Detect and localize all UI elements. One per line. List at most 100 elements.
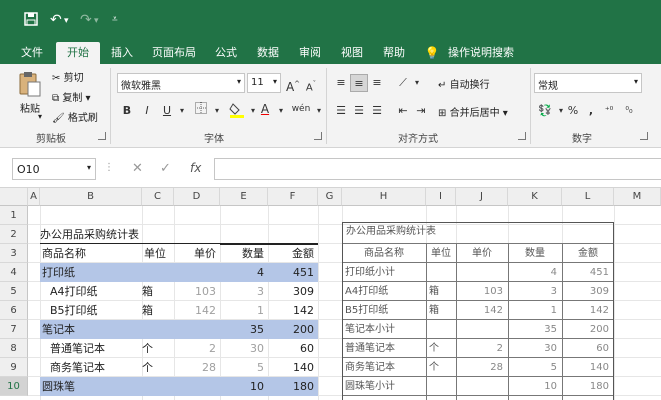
table1-cell[interactable]: 35	[220, 320, 268, 339]
table1-cell[interactable]: 5	[220, 358, 268, 377]
tab-page-layout[interactable]: 页面布局	[146, 42, 202, 64]
alignment-launcher-icon[interactable]	[518, 132, 526, 140]
table1-cell[interactable]: 箱	[142, 282, 174, 301]
paste-dropdown-icon[interactable]: ▾	[38, 112, 42, 121]
row-header[interactable]: 6	[0, 301, 28, 320]
table1-header-cell[interactable]: 单价	[174, 244, 220, 263]
table1-cell[interactable]: 140	[268, 358, 318, 377]
table1-cell[interactable]: 451	[268, 263, 318, 282]
col-header-d[interactable]: D	[174, 188, 220, 206]
redo-icon[interactable]: ↷	[80, 12, 92, 28]
col-header-k[interactable]: K	[508, 188, 562, 206]
col-header-g[interactable]: G	[318, 188, 342, 206]
table1-cell[interactable]: 103	[174, 282, 220, 301]
table1-cell[interactable]: 28	[174, 358, 220, 377]
table1-cell[interactable]: 200	[268, 320, 318, 339]
tab-data[interactable]: 数据	[250, 42, 286, 64]
row-header[interactable]: 8	[0, 339, 28, 358]
save-icon[interactable]	[24, 12, 38, 30]
row-header[interactable]: 1	[0, 206, 28, 225]
align-right-icon[interactable]: ☰	[368, 102, 386, 120]
row-header[interactable]: 5	[0, 282, 28, 301]
paste-button[interactable]: 粘贴	[20, 100, 40, 115]
table1-cell[interactable]: 142	[174, 301, 220, 320]
col-header-e[interactable]: E	[220, 188, 268, 206]
row-header[interactable]: 4	[0, 263, 28, 282]
orientation-dropdown-icon[interactable]: ▾	[408, 74, 426, 92]
bold-button[interactable]: B	[118, 102, 136, 120]
table1-cell[interactable]: 笔记本	[40, 320, 142, 339]
format-painter-button[interactable]: 🖌 格式刷	[52, 109, 98, 124]
table1-cell[interactable]: 个	[142, 339, 174, 358]
table1-cell[interactable]: 普通笔记本	[40, 339, 142, 358]
align-left-icon[interactable]: ☰	[332, 102, 350, 120]
undo-dropdown-icon[interactable]: ▾	[64, 16, 69, 26]
table1-cell[interactable]: 打印纸	[40, 263, 142, 282]
decrease-indent-icon[interactable]: ⇤	[394, 102, 412, 120]
col-header-f[interactable]: F	[268, 188, 318, 206]
row-header[interactable]: 2	[0, 225, 28, 244]
table1-cell[interactable]: 60	[268, 339, 318, 358]
cancel-button[interactable]: ✕	[132, 161, 143, 176]
table1-cell[interactable]: 2	[174, 339, 220, 358]
table2-title[interactable]: 办公用品采购统计表	[346, 222, 436, 241]
table1-cell[interactable]: 箱	[142, 301, 174, 320]
table1-header-cell[interactable]: 单位	[142, 244, 174, 263]
table1-cell[interactable]: A4打印纸	[40, 282, 142, 301]
select-all-corner[interactable]	[0, 188, 28, 206]
col-header-c[interactable]: C	[142, 188, 174, 206]
customize-icon[interactable]: ⩡	[112, 14, 118, 25]
align-bottom-icon[interactable]: ≡	[368, 74, 386, 92]
formula-input[interactable]	[214, 158, 661, 180]
table1-cell[interactable]	[142, 263, 174, 282]
tab-help[interactable]: 帮助	[376, 42, 412, 64]
table1-cell[interactable]: 309	[268, 282, 318, 301]
col-header-i[interactable]: I	[426, 188, 456, 206]
table1-cell[interactable]: 3	[220, 282, 268, 301]
row-header-selected[interactable]: 10	[0, 377, 28, 396]
underline-dropdown-icon[interactable]: ▾	[173, 102, 191, 120]
table1-cell[interactable]	[174, 377, 220, 396]
shrink-font-button[interactable]: Aˇ	[302, 75, 320, 93]
tell-me-search[interactable]: 操作说明搜索	[444, 42, 518, 64]
percent-button[interactable]: %	[564, 102, 582, 120]
font-launcher-icon[interactable]	[314, 132, 322, 140]
paste-icon[interactable]	[16, 70, 44, 97]
increase-indent-icon[interactable]: ⇥	[412, 102, 430, 120]
font-size-box[interactable]: 11 ▾	[247, 73, 281, 93]
clipboard-launcher-icon[interactable]	[98, 132, 106, 140]
table1-cell[interactable]: 30	[220, 339, 268, 358]
col-header-h[interactable]: H	[342, 188, 426, 206]
cut-button[interactable]: ✂ 剪切	[52, 69, 84, 84]
font-color-dropdown-icon[interactable]: ▾	[272, 102, 290, 120]
align-middle-icon[interactable]: ≡	[350, 74, 368, 92]
phonetic-button[interactable]: wén	[290, 100, 312, 118]
font-name-box[interactable]: 微软雅黑 ▾	[117, 73, 245, 93]
table1-cell[interactable]	[174, 320, 220, 339]
table1-cell[interactable]: 142	[268, 301, 318, 320]
table1-cell[interactable]: 180	[268, 377, 318, 396]
comma-button[interactable]: ,	[582, 102, 600, 120]
increase-decimal-icon[interactable]: ⁺⁰	[600, 102, 618, 120]
table1-cell[interactable]: 个	[142, 358, 174, 377]
number-launcher-icon[interactable]	[640, 132, 648, 140]
col-header-l[interactable]: L	[562, 188, 614, 206]
table1-title[interactable]: 办公用品采购统计表	[40, 225, 220, 244]
undo-icon[interactable]: ↶	[50, 12, 62, 28]
table1-cell[interactable]	[142, 377, 174, 396]
borders-dropdown-icon[interactable]: ▾	[208, 102, 226, 120]
tab-insert[interactable]: 插入	[104, 42, 140, 64]
table1-cell[interactable]: 商务笔记本	[40, 358, 142, 377]
enter-button[interactable]: ✓	[160, 161, 171, 176]
table1-header-cell[interactable]: 金额	[268, 244, 318, 263]
table1-header-cell[interactable]: 商品名称	[40, 244, 142, 263]
table1-cell[interactable]	[174, 263, 220, 282]
col-header-a[interactable]: A	[28, 188, 40, 206]
align-top-icon[interactable]: ≡	[332, 74, 350, 92]
table1-cell[interactable]: B5打印纸	[40, 301, 142, 320]
tab-file[interactable]: 文件	[14, 42, 50, 64]
name-box[interactable]: O10 ▾	[12, 158, 96, 180]
decrease-decimal-icon[interactable]: ⁰₀	[620, 102, 638, 120]
grow-font-button[interactable]: A^	[284, 75, 302, 94]
merge-center-button[interactable]: ⊞ 合并后居中 ▾	[438, 104, 508, 119]
